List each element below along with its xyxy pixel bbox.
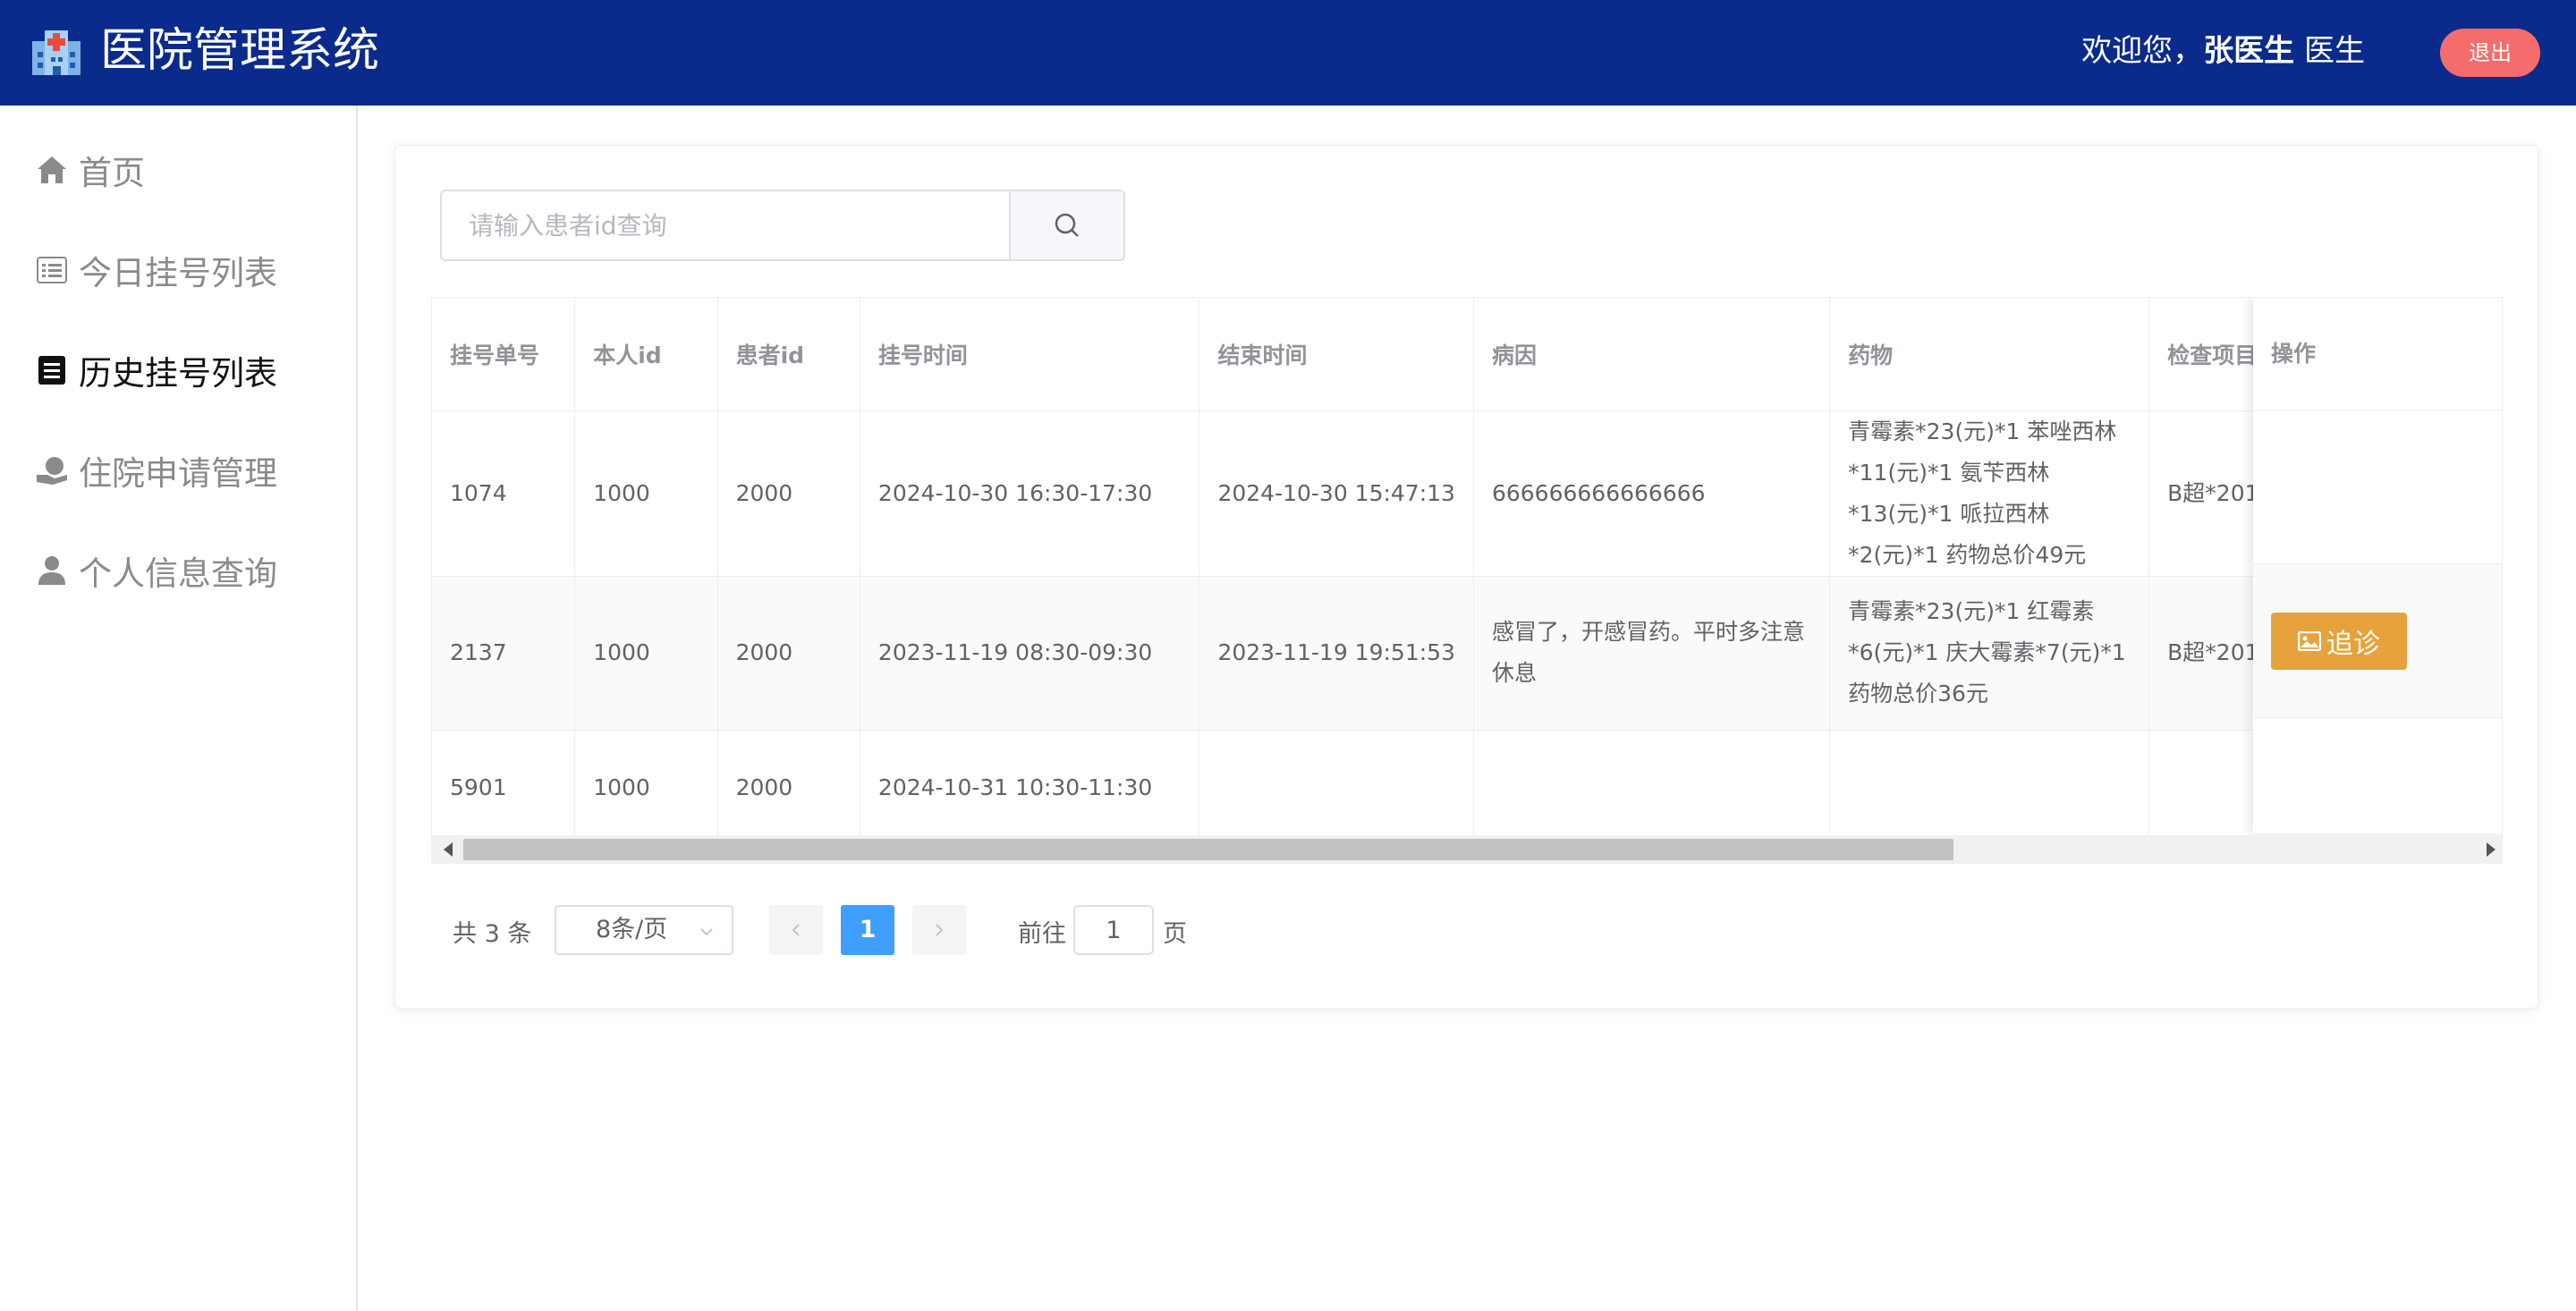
search-icon [1055,213,1079,237]
sidebar-item-history-list[interactable]: 历史挂号列表 [34,343,277,397]
table-row[interactable]: 1074 1000 2000 2024-10-30 16:30-17:30 20… [432,410,2502,577]
cell-reg-time: 2024-10-30 16:30-17:30 [860,410,1200,577]
prev-page-button[interactable] [769,905,823,955]
top-header: 医院管理系统 欢迎您，张医生 医生 退出 [0,0,2576,106]
ops-cell [2253,718,2502,834]
sidebar-item-label: 历史挂号列表 [79,354,277,393]
sidebar-item-label: 住院申请管理 [79,454,277,493]
welcome-prefix: 欢迎您， [2081,33,2204,69]
goto-page-input[interactable] [1073,905,1154,955]
cell-cause: 感冒了，开感冒药。平时多注意休息 [1473,576,1831,731]
search-input[interactable] [440,190,1009,261]
cell-reg-id: 2137 [432,576,576,731]
user-role: 医生 [2294,33,2365,69]
sidebar-item-home[interactable]: 首页 [34,143,145,197]
welcome-text: 欢迎您，张医生 医生 [2081,32,2365,70]
cell-drugs [1829,730,2150,847]
scrollbar-thumb[interactable] [463,839,1953,860]
image-icon [2298,631,2321,651]
table-row[interactable]: 2137 1000 2000 2023-11-19 08:30-09:30 20… [432,576,2502,731]
user-icon [34,553,70,588]
cell-reg-id: 5901 [432,730,576,847]
sidebar-item-inpatient-apply[interactable]: 住院申请管理 [34,444,277,497]
chevron-down-icon [700,928,713,936]
sidebar-item-label: 首页 [79,154,145,192]
cell-end-time [1199,730,1474,847]
history-table: 挂号单号 本人id 患者id 挂号时间 结束时间 病因 药物 检查项目 1074… [431,297,2503,864]
fixed-ops-column: 操作 追诊 [2253,298,2502,834]
ops-cell [2253,410,2502,564]
sidebar-item-label: 今日挂号列表 [79,254,277,292]
app-title: 医院管理系统 [100,24,380,78]
sidebar-item-personal-info[interactable]: 个人信息查询 [34,544,277,597]
cell-patient-id: 2000 [717,730,860,847]
goto-label: 前往 [1018,920,1066,948]
column-header[interactable]: 患者id [717,298,860,411]
cell-reg-time: 2024-10-31 10:30-11:30 [860,730,1200,847]
hand-holding-icon [34,453,70,488]
column-header[interactable]: 病因 [1473,298,1831,411]
cell-patient-id: 2000 [717,576,860,731]
cell-cause [1473,730,1831,847]
cell-drugs: 青霉素*23(元)*1 红霉素*6(元)*1 庆大霉素*7(元)*1 药物总价3… [1829,576,2150,731]
horizontal-scrollbar[interactable] [431,835,2503,864]
page-number-current[interactable]: 1 [841,905,894,955]
chevron-right-icon [936,924,944,936]
followup-button[interactable]: 追诊 [2271,613,2407,670]
column-header[interactable]: 挂号时间 [860,298,1200,411]
table-row[interactable]: 5901 1000 2000 2024-10-31 10:30-11:30 [432,730,2502,847]
document-icon [34,352,70,388]
table-header-row: 挂号单号 本人id 患者id 挂号时间 结束时间 病因 药物 检查项目 [432,298,2502,411]
home-icon [34,152,70,188]
page-size-value: 8条/页 [596,916,668,943]
chevron-left-icon [792,924,800,936]
column-header[interactable]: 本人id [574,298,718,411]
sidebar-item-label: 个人信息查询 [79,554,277,593]
column-header[interactable]: 挂号单号 [432,298,576,411]
scroll-left-icon[interactable] [444,842,453,857]
cell-reg-id: 1074 [432,410,576,577]
page-size-select[interactable]: 8条/页 [555,905,733,955]
cell-end-time: 2024-10-30 15:47:13 [1199,410,1474,577]
column-header[interactable]: 结束时间 [1199,298,1474,411]
scroll-right-icon[interactable] [2487,842,2496,857]
table: 挂号单号 本人id 患者id 挂号时间 结束时间 病因 药物 检查项目 1074… [432,298,2502,847]
pagination-total: 共 3 条 [453,920,532,948]
cell-end-time: 2023-11-19 19:51:53 [1199,576,1474,731]
cell-self-id: 1000 [574,410,718,577]
sidebar: 首页 今日挂号列表 历史挂号列表 住院申请管理 个人信息查询 [0,106,358,1311]
cell-reg-time: 2023-11-19 08:30-09:30 [860,576,1200,731]
list-icon [34,252,70,288]
cell-drugs: 青霉素*23(元)*1 苯唑西林*11(元)*1 氨苄西林*13(元)*1 哌拉… [1829,410,2150,577]
column-header[interactable]: 药物 [1829,298,2150,411]
cell-self-id: 1000 [574,576,718,731]
followup-label: 追诊 [2326,629,2380,660]
sidebar-item-today-list[interactable]: 今日挂号列表 [34,243,277,297]
search-button[interactable] [1009,190,1125,261]
column-header-ops: 操作 [2253,298,2502,410]
user-name: 张医生 [2203,33,2295,69]
cell-cause: 666666666666666 [1473,410,1831,577]
ops-cell: 追诊 [2253,564,2502,718]
cell-self-id: 1000 [574,730,718,847]
logout-button[interactable]: 退出 [2440,29,2540,77]
next-page-button[interactable] [912,905,966,955]
search-bar [440,190,1125,261]
goto-suffix: 页 [1163,920,1187,948]
cell-patient-id: 2000 [717,410,860,577]
hospital-icon [32,30,80,75]
